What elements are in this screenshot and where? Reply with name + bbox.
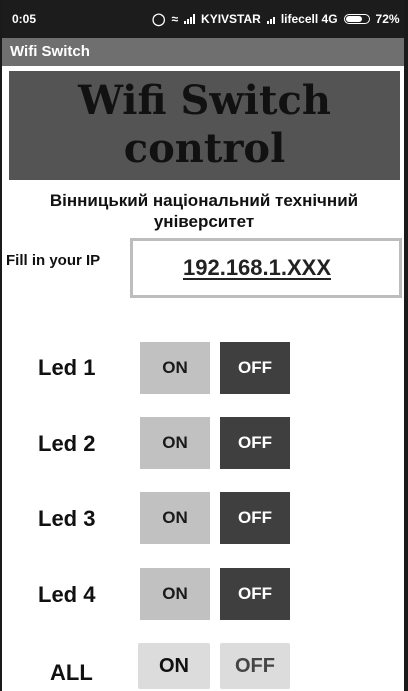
banner-title-line1: Wifi Switch [78, 77, 331, 124]
led-4-off-button[interactable]: OFF [220, 568, 290, 620]
wifi-icon: ≈ [171, 12, 179, 26]
carrier-primary: KYIVSTAR [201, 12, 261, 26]
banner-title-line2: control [123, 125, 286, 172]
carrier-secondary: lifecell 4G [280, 12, 338, 26]
led-1-off-button[interactable]: OFF [220, 342, 290, 394]
phone-screen: 0:05 ◯ ≈ KYIVSTAR lifecell 4G 72% Wifi S… [0, 0, 408, 691]
app-title: Wifi Switch [10, 43, 90, 60]
university-name: Вінницький національний технічний універ… [49, 191, 359, 231]
all-on-button[interactable]: ON [138, 643, 210, 689]
battery-percent: 72% [375, 12, 400, 26]
signal-icon-secondary [266, 14, 275, 24]
ip-label: Fill in your IP [6, 252, 101, 269]
status-bar: 0:05 ◯ ≈ KYIVSTAR lifecell 4G 72% [2, 0, 404, 38]
led-3-label: Led 3 [38, 506, 96, 531]
all-label: ALL [50, 660, 93, 685]
led-2-off-button[interactable]: OFF [220, 417, 290, 469]
led-2-on-button[interactable]: ON [140, 417, 210, 469]
action-bar: Wifi Switch [2, 38, 404, 66]
led-3-off-button[interactable]: OFF [220, 492, 290, 544]
led-3-on-button[interactable]: ON [140, 492, 210, 544]
status-indicators: ◯ ≈ KYIVSTAR lifecell 4G 72% [152, 12, 400, 26]
frame-edge-right [404, 0, 408, 691]
ip-input-value: 192.168.1.XXX [183, 255, 332, 280]
led-4-on-button[interactable]: ON [140, 568, 210, 620]
led-4-label: Led 4 [38, 582, 96, 607]
led-1-on-button[interactable]: ON [140, 342, 210, 394]
ip-input[interactable]: 192.168.1.XXX [130, 238, 402, 298]
frame-edge-left [0, 0, 2, 691]
status-time: 0:05 [12, 12, 37, 26]
all-off-button[interactable]: OFF [220, 643, 290, 689]
header-banner: Wifi Switch control [9, 71, 400, 180]
led-2-label: Led 2 [38, 431, 96, 456]
led-1-label: Led 1 [38, 355, 96, 380]
signal-icon [184, 14, 196, 24]
alarm-icon: ◯ [152, 12, 166, 26]
battery-icon [343, 14, 370, 24]
